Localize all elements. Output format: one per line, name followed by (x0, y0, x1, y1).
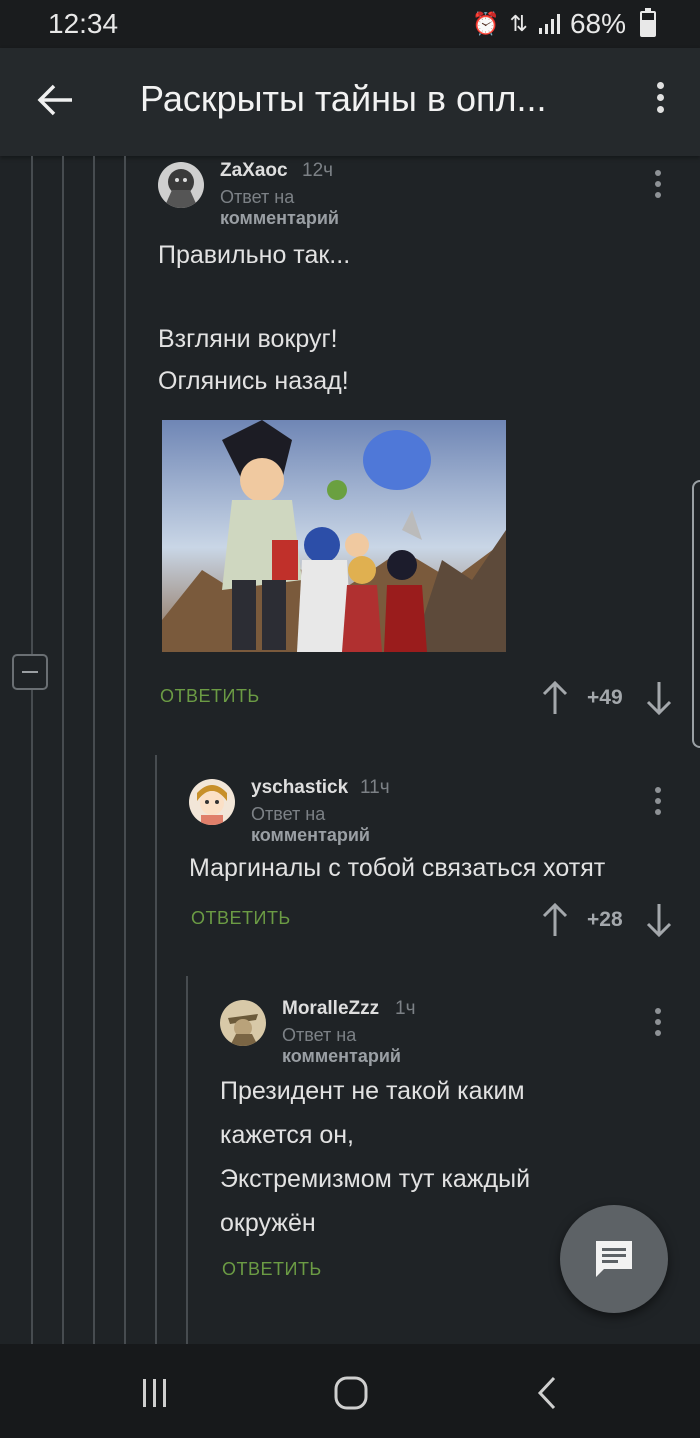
new-comment-button[interactable] (560, 1205, 668, 1313)
more-vert-icon[interactable] (650, 82, 670, 122)
signal-icon (538, 14, 560, 34)
reply-button[interactable]: ОТВЕТИТЬ (191, 908, 291, 929)
upvote-icon[interactable] (540, 902, 570, 938)
status-time: 12:34 (48, 8, 119, 39)
app-bar: Раскрыты тайны в опл... (0, 48, 700, 156)
comment-text: Маргиналы с тобой связаться хотят (189, 854, 606, 882)
back-arrow-icon[interactable] (34, 78, 78, 122)
comment-more-icon[interactable] (652, 1008, 664, 1040)
reply-to-line: Ответ на комментарий (282, 1025, 401, 1067)
reply-to-prefix: Ответ на (251, 804, 326, 824)
data-transfer-icon: ⇅ (509, 11, 528, 36)
battery-icon (640, 8, 656, 37)
reply-to-prefix: Ответ на (220, 187, 295, 207)
avatar[interactable] (158, 162, 204, 208)
status-icons: ⏰ ⇅ 68% (472, 8, 656, 40)
thread-line (124, 156, 126, 1344)
reply-button[interactable]: ОТВЕТИТЬ (222, 1259, 322, 1280)
comment-text: Правильно так... Взгляни вокруг! Оглянис… (158, 241, 351, 395)
thread-line (186, 976, 188, 1344)
comment-time: 12ч (302, 160, 334, 181)
page-title: Раскрыты тайны в опл... (140, 78, 547, 119)
alarm-icon: ⏰ (472, 11, 500, 36)
comment-time: 1ч (395, 998, 416, 1019)
thread-line (31, 156, 33, 1344)
downvote-icon[interactable] (644, 902, 674, 938)
thread-line (62, 156, 64, 1344)
thread-line (93, 156, 95, 1344)
comment-more-icon[interactable] (652, 787, 664, 819)
reply-to-link[interactable]: комментарий (251, 825, 370, 845)
downvote-icon[interactable] (644, 680, 674, 716)
comment-author[interactable]: MoralleZzz (282, 998, 379, 1020)
comment-score: +49 (587, 686, 623, 709)
home-icon[interactable] (333, 1375, 369, 1411)
upvote-icon[interactable] (540, 680, 570, 716)
reply-to-line: Ответ на комментарий (251, 804, 370, 846)
reply-button[interactable]: ОТВЕТИТЬ (160, 686, 260, 707)
comment-image[interactable] (162, 420, 506, 652)
avatar[interactable] (189, 779, 235, 825)
recents-icon[interactable] (139, 1377, 171, 1409)
comment-author[interactable]: yschastick (251, 777, 348, 799)
system-nav-bar (0, 1344, 700, 1438)
reply-to-prefix: Ответ на (282, 1025, 357, 1045)
avatar[interactable] (220, 1000, 266, 1046)
thread-line (155, 755, 157, 1344)
comment-score: +28 (587, 908, 623, 931)
comment-author[interactable]: ZaXaoc (220, 160, 288, 182)
status-bar: 12:34 ⏰ ⇅ 68% (0, 0, 700, 48)
reply-to-link[interactable]: комментарий (220, 208, 339, 228)
comment-more-icon[interactable] (652, 170, 664, 202)
comment-time: 11ч (360, 777, 390, 798)
collapse-thread-button[interactable] (12, 654, 48, 690)
reply-to-link[interactable]: комментарий (282, 1046, 401, 1066)
scroll-handle[interactable] (692, 480, 700, 748)
reply-to-line: Ответ на комментарий (220, 187, 339, 229)
back-icon[interactable] (536, 1375, 560, 1411)
battery-percent: 68% (569, 8, 626, 39)
comment-icon (596, 1241, 632, 1277)
